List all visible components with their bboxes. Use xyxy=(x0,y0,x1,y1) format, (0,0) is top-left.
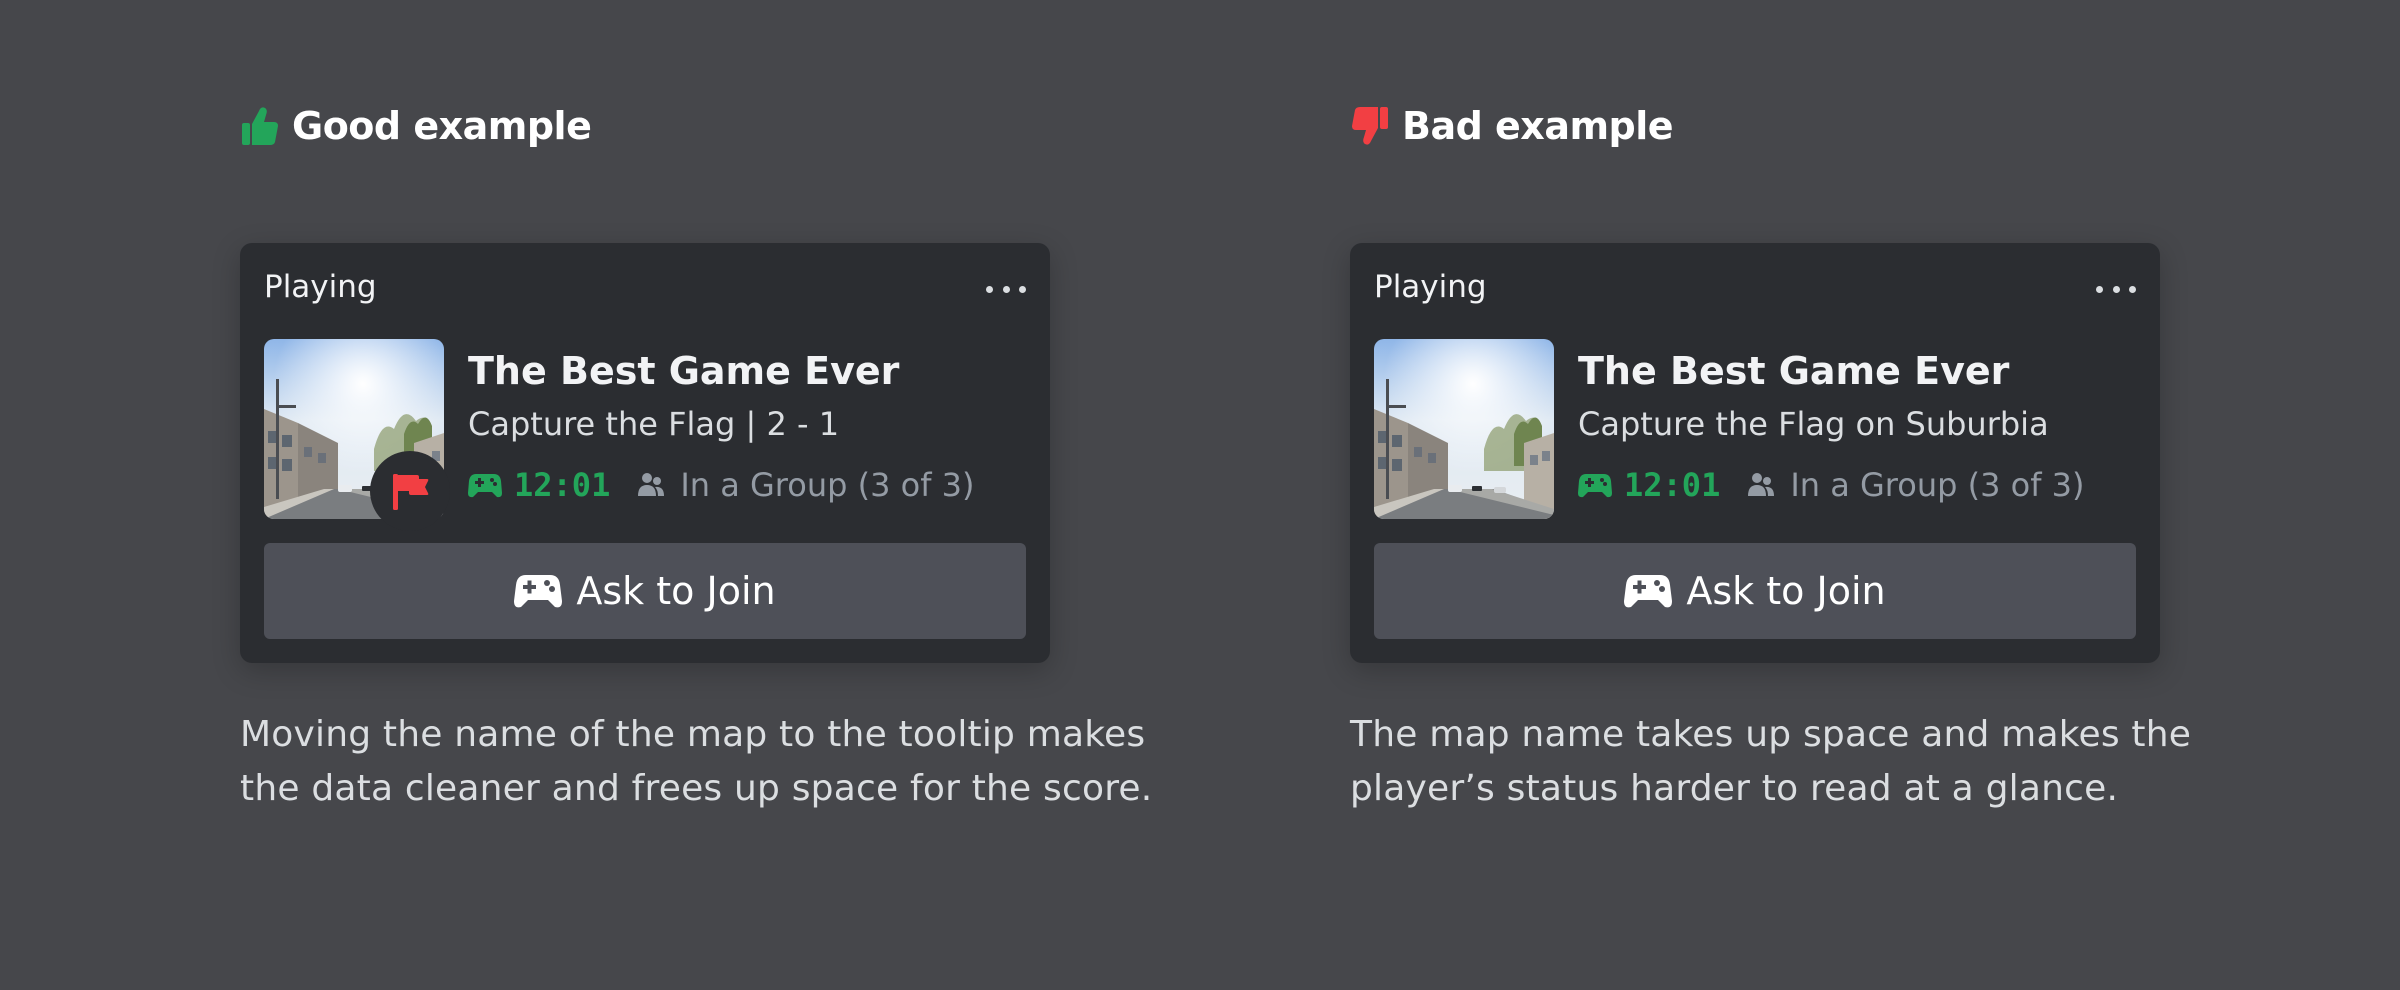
thumbs-down-icon xyxy=(1350,104,1390,148)
activity-status: Playing xyxy=(1374,269,1487,305)
group-icon xyxy=(1746,470,1776,500)
ask-to-join-button[interactable]: Ask to Join xyxy=(1374,543,2136,639)
ask-to-join-label: Ask to Join xyxy=(1686,569,1885,613)
heading-text: Bad example xyxy=(1402,104,1673,148)
game-title: The Best Game Ever xyxy=(468,349,899,393)
status-row: 12:01 In a Group (3 of 3) xyxy=(468,465,974,505)
good-example-heading: Good example xyxy=(240,104,591,148)
flag-icon xyxy=(370,451,450,531)
activity-card: Playing The Best Game Ever Capture the F… xyxy=(240,243,1050,663)
elapsed-timer: 12:01 xyxy=(514,466,610,504)
caption-line: the data cleaner and frees up space for … xyxy=(240,762,1140,816)
more-options-icon[interactable] xyxy=(986,281,1026,297)
controller-icon xyxy=(468,471,502,499)
bad-example-heading: Bad example xyxy=(1350,104,1673,148)
controller-icon xyxy=(1578,471,1612,499)
group-icon xyxy=(636,470,666,500)
caption-line: Moving the name of the map to the toolti… xyxy=(240,708,1140,762)
game-thumbnail xyxy=(1374,339,1554,519)
caption-line: The map name takes up space and makes th… xyxy=(1350,708,2250,762)
good-example-caption: Moving the name of the map to the toolti… xyxy=(240,708,1140,816)
bad-example-caption: The map name takes up space and makes th… xyxy=(1350,708,2250,816)
ask-to-join-button[interactable]: Ask to Join xyxy=(264,543,1026,639)
activity-card: Playing The Best Game Ever Capture the F… xyxy=(1350,243,2160,663)
controller-icon xyxy=(1624,571,1672,611)
group-status: In a Group (3 of 3) xyxy=(1790,466,2084,504)
game-title: The Best Game Ever xyxy=(1578,349,2009,393)
thumbs-up-icon xyxy=(240,104,280,148)
activity-status: Playing xyxy=(264,269,377,305)
status-row: 12:01 In a Group (3 of 3) xyxy=(1578,465,2084,505)
ask-to-join-label: Ask to Join xyxy=(576,569,775,613)
heading-text: Good example xyxy=(292,104,591,148)
more-options-icon[interactable] xyxy=(2096,281,2136,297)
elapsed-timer: 12:01 xyxy=(1624,466,1720,504)
game-detail: Capture the Flag on Suburbia xyxy=(1578,405,2049,443)
game-detail: Capture the Flag | 2 - 1 xyxy=(468,405,839,443)
group-status: In a Group (3 of 3) xyxy=(680,466,974,504)
controller-icon xyxy=(514,571,562,611)
caption-line: player’s status harder to read at a glan… xyxy=(1350,762,2250,816)
